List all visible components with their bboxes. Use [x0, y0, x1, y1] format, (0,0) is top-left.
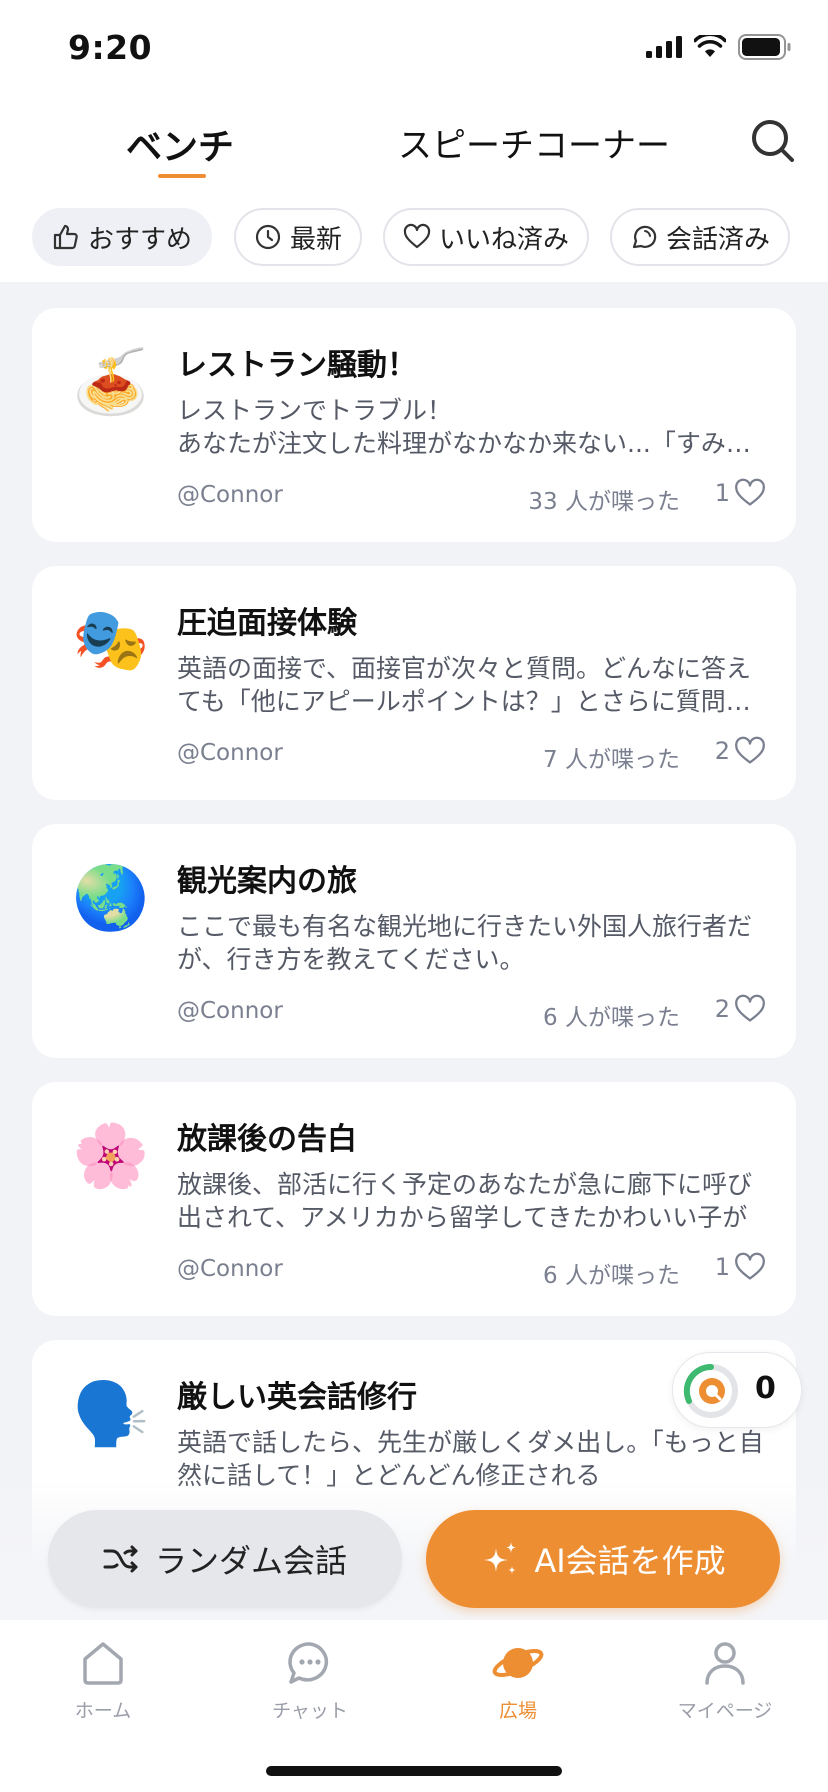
tabbar-label: ホーム	[74, 1700, 132, 1722]
points-count: 0	[755, 1371, 776, 1406]
like-button[interactable]: 1	[715, 478, 766, 508]
filter-label: いいね済み	[439, 224, 570, 255]
filter-label: おすすめ	[88, 224, 193, 255]
scenario-card[interactable]: 🌸 放課後の告白 放課後、部活に行く予定のあなたが急に廊下に呼び出されて、アメリ…	[32, 1082, 796, 1316]
status-bar: 9:20	[0, 0, 828, 100]
card-title: 観光案内の旅	[177, 864, 357, 899]
person-icon	[705, 1642, 745, 1685]
home-indicator	[266, 1766, 562, 1776]
card-talk-count: 33 人が喋った	[528, 489, 680, 515]
card-description: ここで最も有名な観光地に行きたい外国人旅行者だが、行き方を教えてください。	[177, 912, 753, 974]
status-icons	[646, 34, 792, 60]
tabbar-item-mypage[interactable]: マイページ	[655, 1640, 795, 1723]
filter-liked[interactable]: いいね済み	[383, 208, 590, 266]
like-button[interactable]: 2	[715, 736, 766, 766]
card-description: 英語の面接で、面接官が次々と質問。どんなに答えても「他にアピールポイントは？」と…	[177, 654, 752, 716]
theater-masks-icon: 🎭	[72, 603, 150, 676]
card-description: 放課後、部活に行く予定のあなたが急に廊下に呼び出されて、アメリカから留学してきた…	[177, 1170, 753, 1232]
globe-icon: 🌏	[72, 861, 150, 934]
battery-icon	[738, 34, 791, 60]
filter-bar: おすすめ 最新 いいね済み 会話済み	[0, 182, 828, 282]
card-title: 圧迫面接体験	[177, 606, 357, 641]
card-author[interactable]: @Connor	[177, 998, 283, 1024]
card-talk-count: 6 人が喋った	[543, 1005, 680, 1031]
filter-label: 最新	[290, 224, 343, 255]
like-count: 1	[714, 479, 730, 507]
like-count: 1	[714, 1253, 730, 1281]
heart-icon	[735, 736, 765, 764]
heart-icon	[735, 994, 765, 1022]
cellular-signal-icon	[646, 36, 682, 58]
tabbar-item-home[interactable]: ホーム	[33, 1640, 173, 1723]
scenario-card[interactable]: 🍝 レストラン騒動！ レストランでトラブル！ あなたが注文した料理がなかなか来な…	[32, 308, 796, 542]
filter-latest[interactable]: 最新	[234, 208, 363, 266]
active-tab-indicator	[158, 174, 206, 178]
random-chat-button[interactable]: ランダム会話	[48, 1510, 402, 1608]
like-button[interactable]: 2	[715, 994, 766, 1024]
tabbar-label: マイページ	[677, 1700, 773, 1722]
card-talk-count: 7 人が喋った	[543, 747, 680, 773]
status-time: 9:20	[68, 28, 153, 67]
planet-icon	[492, 1648, 544, 1678]
tab-bench[interactable]: ベンチ	[126, 118, 234, 170]
filter-recommended[interactable]: おすすめ	[32, 208, 213, 266]
heart-icon	[735, 1252, 765, 1280]
tabbar-item-chat[interactable]: チャット	[240, 1640, 380, 1723]
card-description: レストランでトラブル！ あなたが注文した料理がなかなか来ない...「すみません」	[177, 396, 751, 458]
scenario-card[interactable]: 🌏 観光案内の旅 ここで最も有名な観光地に行きたい外国人旅行者だが、行き方を教え…	[32, 824, 796, 1058]
heart-icon	[403, 223, 431, 249]
card-title: 厳しい英会話修行	[177, 1380, 417, 1415]
heart-icon	[735, 478, 765, 506]
shuffle-icon	[103, 1545, 138, 1573]
search-icon[interactable]	[748, 116, 796, 164]
create-ai-chat-button[interactable]: AI会話を作成	[426, 1510, 780, 1608]
wifi-icon	[694, 35, 726, 57]
scenario-card[interactable]: 🎭 圧迫面接体験 英語の面接で、面接官が次々と質問。どんなに答えても「他にアピー…	[32, 566, 796, 800]
card-title: レストラン騒動！	[177, 348, 417, 383]
thumbs-up-icon	[53, 224, 78, 250]
spaghetti-icon: 🍝	[72, 345, 150, 418]
card-author[interactable]: @Connor	[177, 1256, 283, 1282]
like-count: 2	[714, 737, 730, 765]
filter-talked[interactable]: 会話済み	[610, 208, 791, 266]
card-talk-count: 6 人が喋った	[543, 1263, 680, 1289]
tabbar-label: チャット	[272, 1700, 348, 1722]
card-title: 放課後の告白	[177, 1122, 357, 1157]
card-author[interactable]: @Connor	[177, 740, 283, 766]
card-author[interactable]: @Connor	[177, 482, 283, 508]
tabbar-item-plaza[interactable]: 広場	[448, 1640, 588, 1723]
q-coin-icon	[683, 1363, 738, 1418]
like-button[interactable]: 1	[715, 1252, 766, 1282]
like-count: 2	[714, 995, 730, 1023]
cherry-blossom-icon: 🌸	[72, 1119, 150, 1192]
tab-speech-corner[interactable]: スピーチコーナー	[398, 118, 670, 167]
tabbar-label: 広場	[498, 1700, 537, 1722]
speaking-head-icon: 🗣️	[72, 1377, 150, 1450]
filter-label: 会話済み	[666, 224, 771, 255]
chat-bubble-icon	[632, 225, 657, 249]
clock-icon	[255, 224, 281, 250]
top-header: ベンチ スピーチコーナー	[0, 100, 828, 182]
home-icon	[83, 1642, 123, 1685]
chat-icon	[288, 1642, 329, 1684]
sparkle-icon	[484, 1542, 517, 1574]
create-ai-chat-label: AI会話を作成	[534, 1542, 726, 1580]
points-badge[interactable]: 0	[672, 1352, 802, 1428]
random-chat-label: ランダム会話	[154, 1542, 347, 1580]
